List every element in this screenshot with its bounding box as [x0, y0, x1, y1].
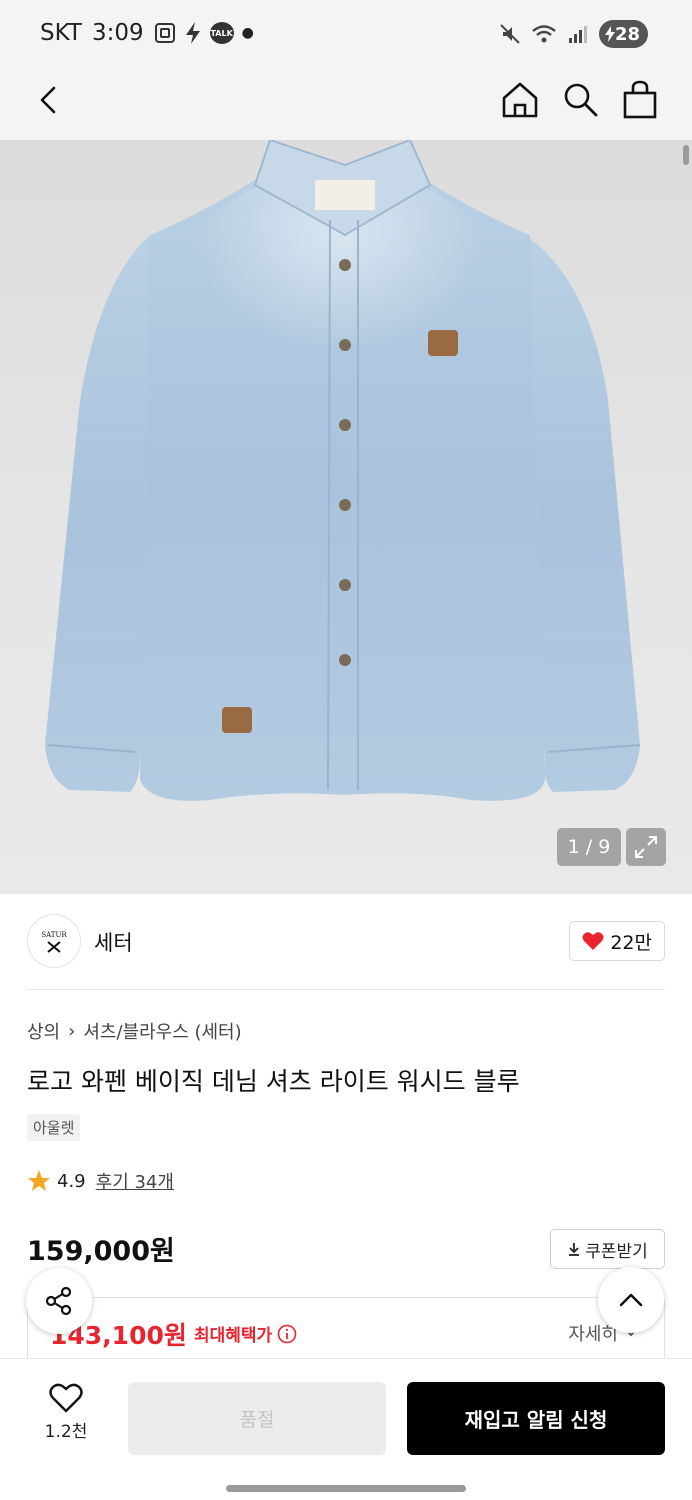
home-indicator[interactable] — [226, 1485, 466, 1492]
screenshot-icon — [154, 23, 175, 43]
breadcrumb: 상의 › 셔츠/블라우스 (세터) — [27, 1018, 242, 1044]
denim-shirt-illustration — [45, 140, 641, 801]
scroll-indicator[interactable] — [683, 145, 689, 165]
info-icon[interactable] — [277, 1324, 297, 1344]
wifi-icon — [532, 25, 556, 43]
home-button[interactable] — [500, 78, 540, 122]
signal-icon — [568, 26, 587, 43]
bolt-icon — [185, 22, 200, 44]
breadcrumb-item-subcategory[interactable]: 셔츠/블라우스 (세터) — [83, 1018, 241, 1044]
brand-name[interactable]: 세터 — [94, 927, 133, 957]
search-icon — [564, 83, 598, 117]
brand-logo-mark: SATUR — [41, 931, 67, 953]
download-icon — [569, 1243, 580, 1256]
wishlist-button[interactable]: 1.2천 — [26, 1383, 106, 1453]
brand-row[interactable]: SATUR 세터 22만 — [27, 914, 665, 968]
star-icon — [28, 1170, 50, 1191]
brand-logo-text: SATUR — [41, 931, 67, 939]
notification-icons: TALK ● — [154, 21, 254, 45]
wishlist-count: 1.2천 — [44, 1422, 88, 1442]
breadcrumb-item-category[interactable]: 상의 — [27, 1018, 60, 1044]
max-benefit-label-text: 최대혜택가 — [194, 1326, 273, 1346]
back-button[interactable] — [30, 80, 70, 120]
rating-value: 4.9 — [57, 1170, 86, 1192]
chevron-up-icon — [619, 1293, 643, 1307]
battery-level: 28 — [614, 23, 640, 45]
scroll-top-button[interactable] — [598, 1267, 664, 1333]
chevron-right-icon: › — [68, 1020, 76, 1042]
brand-like-count: 22만 — [610, 931, 652, 954]
divider — [27, 989, 665, 990]
expand-icon — [635, 836, 657, 858]
restock-alert-button[interactable]: 재입고 알림 신청 — [407, 1382, 665, 1455]
coupon-label: 쿠폰받기 — [585, 1241, 648, 1262]
outlet-badge: 아울렛 — [27, 1114, 81, 1141]
coupon-button[interactable]: 쿠폰받기 — [550, 1229, 665, 1269]
cart-icon — [623, 80, 657, 119]
expand-image-button[interactable] — [626, 828, 666, 866]
search-button[interactable] — [560, 78, 600, 122]
rating-row: 4.9 후기 34개 — [27, 1168, 174, 1194]
share-button[interactable] — [26, 1268, 92, 1334]
clock: 3:09 — [91, 20, 144, 46]
dot-icon: ● — [241, 25, 254, 41]
share-icon — [45, 1286, 72, 1316]
max-benefit-box[interactable]: 143,100원 최대혜택가 자세히 — [27, 1297, 665, 1367]
image-counter: 1 / 9 — [557, 828, 621, 866]
brand-logo[interactable]: SATUR — [27, 914, 81, 968]
home-icon — [502, 82, 538, 118]
status-bar: SKT 3:09 TALK ● 28 — [0, 0, 692, 66]
reviews-link[interactable]: 후기 34개 — [96, 1168, 174, 1194]
battery-bolt-icon — [604, 26, 615, 42]
status-left: SKT 3:09 TALK ● — [40, 20, 254, 46]
nav-header — [0, 66, 692, 140]
status-right: 28 — [499, 20, 648, 48]
talk-icon: TALK — [209, 22, 234, 44]
back-icon — [40, 86, 56, 114]
max-benefit-label: 최대혜택가 — [194, 1321, 297, 1346]
heart-filled-icon — [582, 932, 604, 950]
product-price: 159,000원 — [27, 1236, 175, 1267]
battery-indicator: 28 — [598, 20, 648, 48]
product-image[interactable] — [0, 140, 692, 894]
heart-outline-icon — [49, 1383, 83, 1413]
brand-like-button[interactable]: 22만 — [569, 921, 665, 961]
carrier-label: SKT — [40, 20, 82, 46]
cart-button[interactable] — [620, 78, 660, 122]
soldout-button: 품절 — [128, 1382, 386, 1455]
mute-icon — [500, 24, 520, 44]
bottom-action-bar: 1.2천 품절 재입고 알림 신청 — [0, 1358, 692, 1500]
product-title: 로고 와펜 베이직 데님 셔츠 라이트 워시드 블루 — [27, 1067, 520, 1096]
